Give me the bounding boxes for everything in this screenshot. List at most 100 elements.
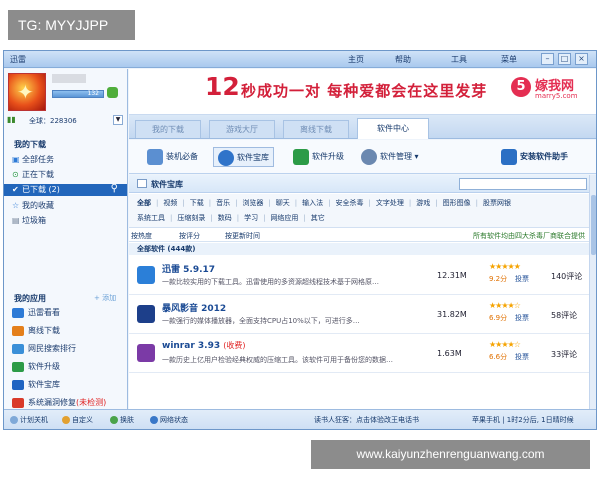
category-link[interactable]: 压缩刻录 <box>177 214 205 222</box>
category-link[interactable]: 视频 <box>163 199 177 207</box>
content-scrollbar[interactable] <box>589 175 596 409</box>
menu-tools[interactable]: 工具 <box>451 54 467 65</box>
scrollbar-thumb[interactable] <box>591 195 596 255</box>
vote-link[interactable]: 投票 <box>515 274 529 284</box>
nav-all-tasks[interactable]: ▣ 全部任务 <box>12 154 124 166</box>
category-link[interactable]: 游戏 <box>416 199 430 207</box>
tab-game-hall[interactable]: 游戏大厅 <box>209 120 275 138</box>
network-status-button[interactable]: 网络状态 <box>150 415 188 425</box>
nav-trash[interactable]: ▤ 垃圾箱 <box>12 215 124 227</box>
schedule-shutdown-button[interactable]: 计划关机 <box>10 415 48 425</box>
search-icon[interactable]: ⚲ <box>111 183 118 194</box>
close-icon[interactable]: × <box>575 53 588 65</box>
chevron-down-icon: ▾ <box>414 152 419 161</box>
customize-button[interactable]: 自定义 <box>62 415 93 425</box>
category-link[interactable]: 图形图像 <box>443 199 471 207</box>
category-link[interactable]: 安全杀毒 <box>336 199 364 207</box>
marry5-logo-icon: 5 <box>511 77 531 97</box>
sort-by-rating[interactable]: 按评分 <box>179 231 200 241</box>
library-header: 软件宝库 <box>129 175 589 193</box>
category-link[interactable]: 股票网银 <box>483 199 511 207</box>
search-input[interactable] <box>459 178 587 190</box>
essential-software-button[interactable]: 装机必备 <box>147 147 198 167</box>
minimize-icon[interactable]: – <box>541 53 554 65</box>
install-assistant-icon <box>501 148 517 165</box>
category-link[interactable]: 其它 <box>311 214 325 222</box>
vote-link[interactable]: 投票 <box>515 352 529 362</box>
software-name[interactable]: 暴风影音 2012 <box>162 301 226 314</box>
software-library-button[interactable]: 软件宝库 <box>213 147 274 167</box>
category-link[interactable]: 网络应用 <box>270 214 298 222</box>
category-link[interactable]: 聊天 <box>276 199 290 207</box>
software-manage-button[interactable]: 软件管理 ▾ <box>361 147 419 167</box>
nav-downloaded[interactable]: ✔ 已下载 (2) ⚲ <box>4 183 127 196</box>
category-separator: | <box>156 199 159 207</box>
software-upgrade-button[interactable]: 软件升级 <box>293 147 344 167</box>
category-row-2: 系统工具 | 压缩刻录 | 数码 | 学习 | 网络应用 | 其它 <box>137 213 330 225</box>
menu-help[interactable]: 帮助 <box>395 54 411 65</box>
nav-favorites[interactable]: ☆ 我的收藏 <box>12 200 124 212</box>
category-link[interactable]: 音乐 <box>216 199 230 207</box>
rating-stars: ★★★★☆ <box>489 340 521 349</box>
chevron-down-icon[interactable]: ▼ <box>113 115 123 125</box>
nav-downloading[interactable]: ⊙ 正在下载 <box>12 169 124 181</box>
ranking-icon <box>12 343 24 354</box>
tool-label: 软件升级 <box>312 152 344 161</box>
xunlei-app-icon <box>137 266 155 284</box>
comments-link[interactable]: 140评论 <box>551 271 582 282</box>
software-name[interactable]: 迅雷 5.9.17 <box>162 262 215 275</box>
maximize-icon[interactable]: □ <box>558 53 571 65</box>
app-software-upgrade[interactable]: 软件升级 <box>12 361 126 375</box>
category-link[interactable]: 下载 <box>190 199 204 207</box>
table-row[interactable]: 迅雷 5.9.17 一款比较实用的下载工具。迅雷使用的多资源超线程技术基于网格原… <box>129 257 589 295</box>
app-offline-download[interactable]: 离线下载 <box>12 325 126 339</box>
category-link[interactable]: 学习 <box>244 214 258 222</box>
vote-link[interactable]: 投票 <box>515 313 529 323</box>
table-row[interactable]: 暴风影音 2012 一款强行的媒体播放器，全面支持CPU占10%以下，可进行多…… <box>129 296 589 334</box>
sort-by-popularity[interactable]: 按热度 <box>131 231 152 241</box>
app-vuln-fix[interactable]: 系统漏洞修复(未检测) <box>12 397 126 409</box>
comments-link[interactable]: 33评论 <box>551 349 577 360</box>
category-link[interactable]: 数码 <box>218 214 232 222</box>
category-link[interactable]: 浏览器 <box>242 199 263 207</box>
add-app-button[interactable]: + 添加 <box>94 293 116 303</box>
software-desc: 一款历史上亿用户检验经典权威的压缩工具。该软件可用于备份您的数据… <box>162 356 393 364</box>
app-search-ranking[interactable]: 网民搜索排行 <box>12 343 126 357</box>
level-bar: 132 <box>52 90 104 98</box>
category-link[interactable]: 系统工具 <box>137 214 165 222</box>
status-ad-text[interactable]: 读书人狂客：点击体验改王电话书 <box>314 415 419 425</box>
provider-note: 所有软件均由四大杀毒厂商联合提供 <box>473 232 585 240</box>
library-title: 软件宝库 <box>151 180 183 189</box>
app-xunlei-kankan[interactable]: 迅雷看看 <box>12 307 126 321</box>
app-software-library[interactable]: 软件宝库 <box>12 379 126 393</box>
tab-my-downloads[interactable]: 我的下载 <box>135 120 201 138</box>
ad-banner[interactable]: 12 秒成功一对 每种爱都会在这里发芽 5 嫁我网 marry5.com <box>129 69 596 115</box>
category-link[interactable]: 全部 <box>137 199 151 207</box>
online-status-icon[interactable] <box>107 87 118 98</box>
app-label: 离线下载 <box>28 326 60 335</box>
skin-button[interactable]: 换肤 <box>110 415 134 425</box>
menu-home[interactable]: 主页 <box>348 54 364 65</box>
status-bar: 计划关机 自定义 换肤 网络状态 读书人狂客：点击体验改王电话书 苹果手机 | … <box>4 409 596 429</box>
category-separator: | <box>368 199 371 207</box>
install-assistant-button[interactable]: 安装软件助手 <box>501 147 568 167</box>
category-separator: | <box>435 199 438 207</box>
comments-link[interactable]: 58评论 <box>551 310 577 321</box>
software-desc: 一款比较实用的下载工具。迅雷使用的多资源超线程技术基于网格原… <box>162 278 379 286</box>
tab-offline-download[interactable]: 离线下载 <box>283 120 349 138</box>
menu-main[interactable]: 菜单 <box>501 54 517 65</box>
software-name[interactable]: winrar 3.93 (收费) <box>162 340 246 351</box>
software-size: 12.31M <box>437 271 467 280</box>
global-speed-row: ▮▮ 全球：228306 ▼ <box>7 115 125 127</box>
rating-score: 6.9分 <box>489 314 508 322</box>
app-window: 迅雷 主页 帮助 工具 菜单 – □ × ✦ 132 ▮▮ 全球：228306 … <box>3 50 597 430</box>
category-link[interactable]: 文字处理 <box>376 199 404 207</box>
avatar[interactable]: ✦ <box>8 73 46 111</box>
list-icon: ▣ <box>12 155 20 164</box>
download-icon: ⊙ <box>12 170 19 179</box>
offline-icon <box>12 325 24 336</box>
category-link[interactable]: 输入法 <box>302 199 323 207</box>
tab-software-center[interactable]: 软件中心 <box>357 118 429 139</box>
sort-by-update[interactable]: 按更新时间 <box>225 231 260 241</box>
table-row[interactable]: winrar 3.93 (收费) 一款历史上亿用户检验经典权威的压缩工具。该软件… <box>129 335 589 373</box>
